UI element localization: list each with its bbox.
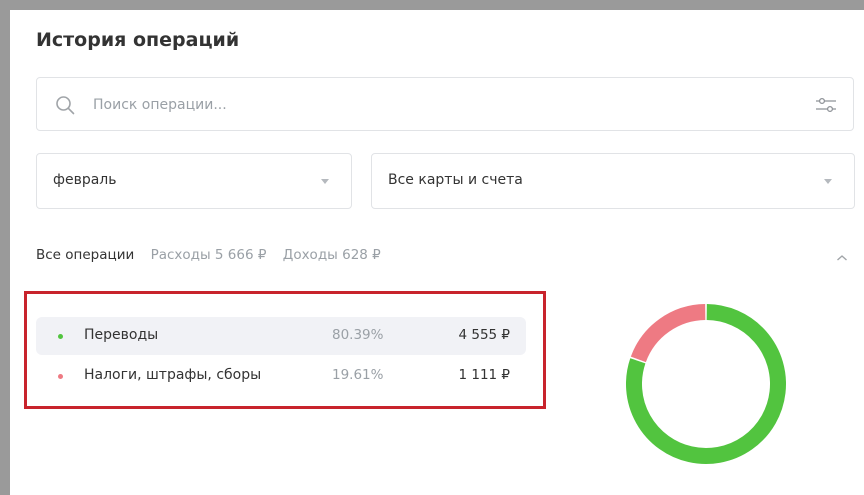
search-icon (56, 96, 75, 115)
search-box[interactable] (36, 77, 854, 131)
category-dot (58, 334, 63, 339)
category-name: Налоги, штрафы, сборы (84, 367, 262, 383)
category-row[interactable]: Налоги, штрафы, сборы 19.61% 1 111 ₽ (36, 357, 526, 395)
category-row[interactable]: Переводы 80.39% 4 555 ₽ (36, 317, 526, 355)
category-name: Переводы (84, 327, 159, 343)
donut-segment (630, 304, 706, 363)
filter-sliders-icon[interactable] (815, 95, 837, 115)
chevron-down-icon (321, 179, 329, 184)
tab-all-operations[interactable]: Все операции (36, 247, 134, 263)
category-percent: 19.61% (332, 367, 384, 383)
chevron-down-icon (824, 179, 832, 184)
operation-tabs: Все операции Расходы 5 666 ₽ Доходы 628 … (36, 247, 393, 263)
category-percent: 80.39% (332, 327, 384, 343)
tab-income[interactable]: Доходы 628 ₽ (283, 247, 381, 263)
operations-panel: История операций февраль Все карты и сче… (10, 10, 864, 495)
category-amount: 4 555 ₽ (458, 327, 510, 343)
month-select-value: февраль (53, 172, 117, 188)
cards-select[interactable]: Все карты и счета (371, 153, 855, 209)
search-input[interactable] (93, 94, 773, 116)
category-amount: 1 111 ₽ (458, 367, 510, 383)
page-title: История операций (36, 29, 240, 51)
category-dot (58, 374, 63, 379)
month-select[interactable]: февраль (36, 153, 352, 209)
tab-expenses[interactable]: Расходы 5 666 ₽ (151, 247, 267, 263)
cards-select-value: Все карты и счета (388, 172, 523, 188)
chevron-up-icon[interactable] (836, 253, 848, 263)
donut-chart (626, 304, 786, 464)
